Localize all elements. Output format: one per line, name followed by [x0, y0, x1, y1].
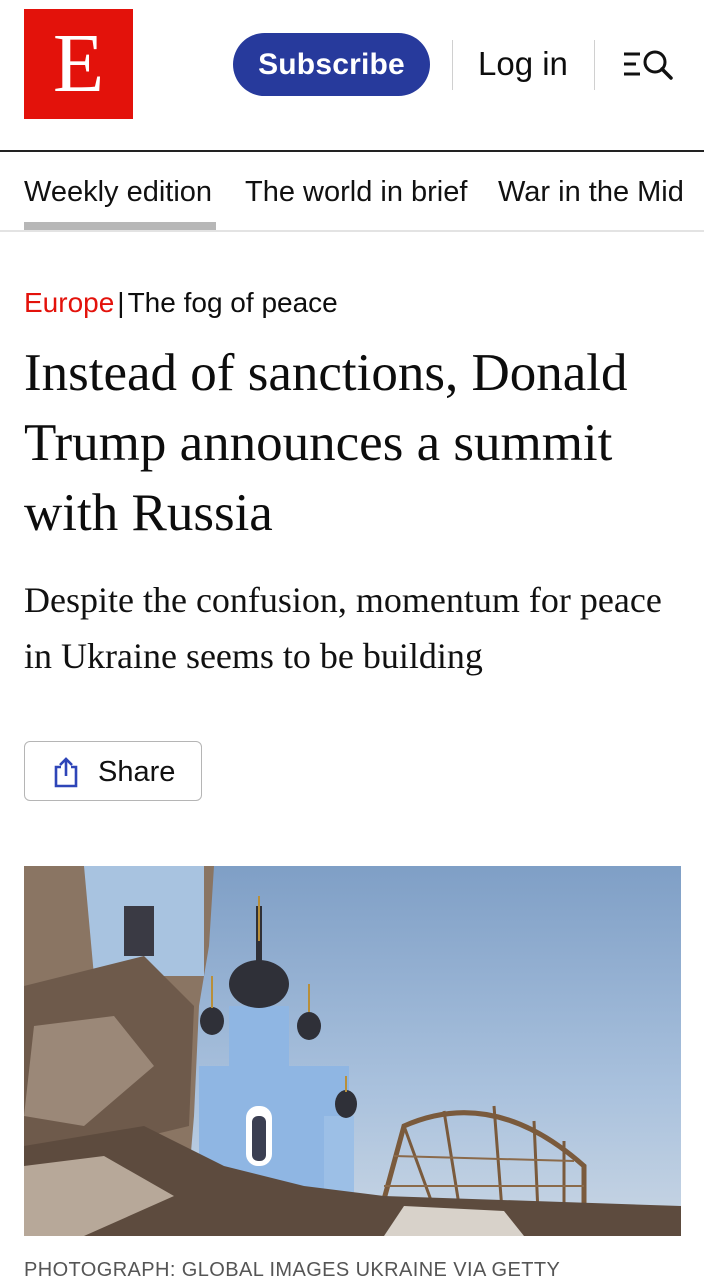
site-header: E Subscribe Log in	[0, 0, 704, 150]
header-divider	[594, 40, 595, 90]
subscribe-button[interactable]: Subscribe	[233, 33, 430, 96]
section-link[interactable]: Europe	[24, 287, 114, 318]
section-nav: Weekly edition The world in brief War in…	[0, 152, 704, 232]
nav-item-world-in-brief[interactable]: The world in brief	[245, 174, 467, 210]
rubric-title: The fog of peace	[127, 287, 338, 318]
nav-active-indicator	[24, 222, 216, 230]
share-button[interactable]: Share	[24, 741, 202, 801]
nav-rule	[0, 230, 704, 232]
photo-caption: PHOTOGRAPH: GLOBAL IMAGES UKRAINE VIA GE…	[24, 1259, 561, 1281]
nav-item-weekly-edition[interactable]: Weekly edition	[24, 174, 212, 210]
rubric-divider: |	[117, 287, 125, 318]
menu-search-icon[interactable]	[622, 44, 676, 84]
header-divider	[452, 40, 453, 90]
share-icon	[52, 756, 80, 788]
article-photo	[24, 866, 681, 1236]
nav-item-war-in-the-middle-east[interactable]: War in the Mid	[498, 174, 684, 210]
economist-logo[interactable]: E	[24, 9, 133, 119]
share-label: Share	[98, 756, 176, 788]
article-standfirst: Despite the confusion, momentum for peac…	[24, 580, 662, 676]
article-rubric: Europe | The fog of peace	[24, 286, 338, 320]
login-link[interactable]: Log in	[478, 44, 568, 84]
article-headline: Instead of sanctions, Donald Trump annou…	[24, 344, 628, 542]
